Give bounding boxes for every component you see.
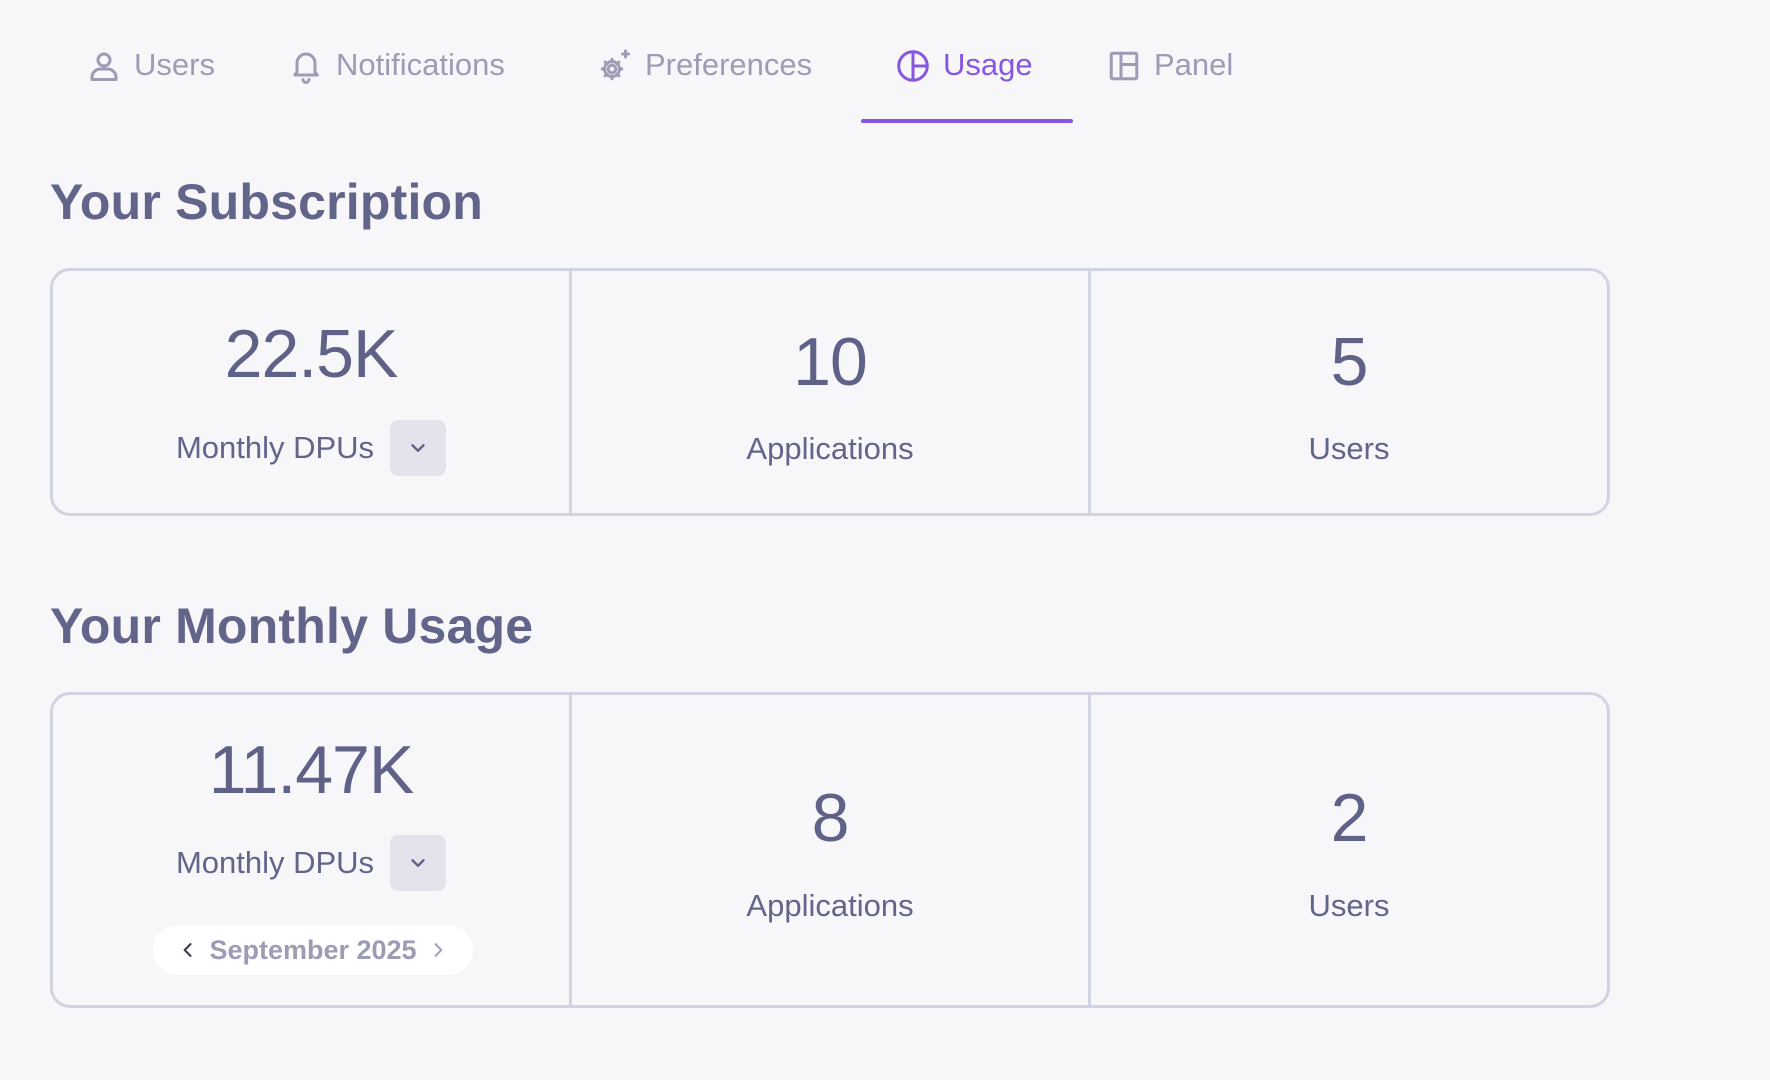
usage-users-value: 2 [1330, 780, 1369, 856]
settings-tabs: Users Notifications Preferences Usage Pa… [0, 0, 1400, 124]
subscription-users-label: Users [1308, 431, 1390, 466]
usage-applications-value: 8 [811, 780, 850, 856]
month-label: September 2025 [209, 934, 417, 965]
layout-panel-icon [1109, 51, 1139, 81]
tab-users[interactable]: Users [86, 46, 215, 124]
bell-icon [293, 52, 319, 84]
month-selector: September 2025 [153, 925, 473, 975]
chevron-right-icon [434, 943, 443, 957]
chevron-down-icon [411, 444, 425, 452]
subscription-dpus-label-row: Monthly DPUs [53, 420, 569, 476]
usage-dpus-value: 11.47K [208, 732, 414, 808]
subscription-dpus-dropdown-button[interactable] [390, 420, 447, 476]
subscription-card: 22.5K Monthly DPUs 10 Applications 5 Use… [50, 268, 1610, 516]
chevron-down-icon [411, 859, 425, 867]
tab-preferences-label: Preferences [645, 47, 813, 82]
usage-applications-label: Applications [746, 888, 914, 923]
tab-notifications-label: Notifications [336, 47, 505, 82]
previous-month-button[interactable] [175, 937, 201, 963]
pie-chart-icon [897, 50, 929, 82]
usage-users-label: Users [1308, 888, 1390, 923]
tab-panel[interactable]: Panel [1106, 46, 1233, 124]
next-month-button[interactable] [425, 937, 451, 963]
tab-usage[interactable]: Usage [895, 46, 1033, 124]
chevron-left-icon [183, 943, 192, 957]
tab-notifications[interactable]: Notifications [288, 46, 505, 124]
subscription-dpus-value: 22.5K [224, 316, 399, 392]
tab-panel-label: Panel [1154, 47, 1234, 82]
subscription-applications-cell: 10 Applications [572, 271, 1091, 513]
active-tab-indicator [861, 119, 1073, 123]
user-icon [90, 52, 118, 81]
usage-dpus-dropdown-button[interactable] [390, 835, 447, 891]
monthly-usage-card: 11.47K Monthly DPUs September 2025 8 App… [50, 692, 1610, 1008]
usage-applications-cell: 8 Applications [572, 695, 1091, 1005]
tab-users-label: Users [134, 47, 215, 82]
subscription-dpus-label: Monthly DPUs [175, 430, 375, 465]
gear-sparkle-icon [600, 49, 630, 81]
subscription-applications-value: 10 [793, 324, 868, 400]
subscription-applications-label: Applications [746, 431, 914, 466]
tab-preferences[interactable]: Preferences [597, 46, 812, 124]
subscription-dpus-cell: 22.5K Monthly DPUs [53, 271, 572, 513]
subscription-users-cell: 5 Users [1091, 271, 1607, 513]
usage-dpus-label: Monthly DPUs [175, 845, 375, 880]
subscription-users-value: 5 [1330, 324, 1369, 400]
subscription-title: Your Subscription [50, 174, 484, 230]
usage-dpus-cell: 11.47K Monthly DPUs September 2025 [53, 695, 572, 1005]
tab-usage-label: Usage [943, 47, 1033, 82]
usage-users-cell: 2 Users [1091, 695, 1607, 1005]
usage-dpus-label-row: Monthly DPUs [53, 835, 569, 891]
monthly-usage-title: Your Monthly Usage [50, 598, 534, 654]
